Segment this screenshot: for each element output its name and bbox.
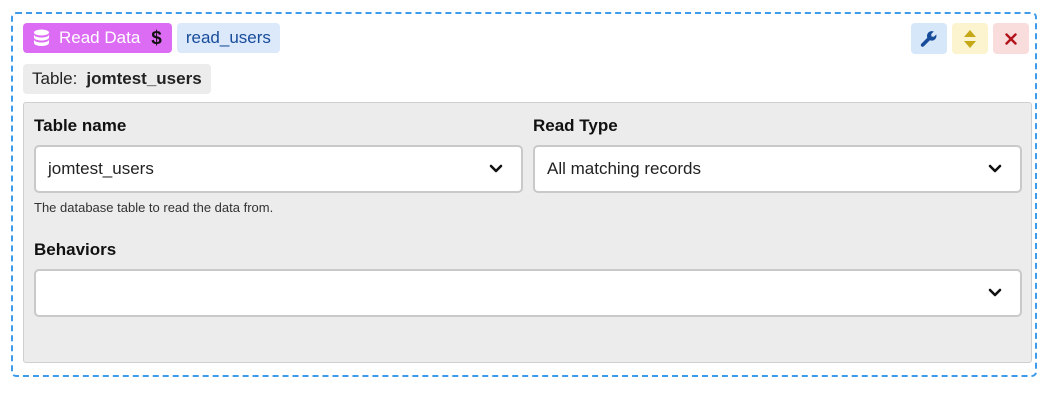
delete-button[interactable] xyxy=(993,23,1029,54)
read-type-value: All matching records xyxy=(547,159,702,178)
table-name-value: jomtest_users xyxy=(48,159,154,178)
up-down-arrows-icon xyxy=(963,29,977,49)
read-type-label: Read Type xyxy=(533,116,618,135)
edit-button[interactable] xyxy=(911,23,947,54)
close-icon xyxy=(1005,32,1017,45)
read-data-block: Read Data $ read_users Table: jomtest_us… xyxy=(11,12,1037,377)
chevron-down-icon xyxy=(489,164,503,174)
table-name-label: Table name xyxy=(34,116,127,135)
read-type-select[interactable]: All matching records xyxy=(533,145,1022,193)
block-name-badge[interactable]: read_users xyxy=(176,23,280,53)
chevron-down-icon xyxy=(988,288,1002,298)
move-button[interactable] xyxy=(952,23,988,54)
table-name-help: The database table to read the data from… xyxy=(34,200,274,215)
block-type-label: Read Data xyxy=(59,28,141,47)
block-header: Read Data $ read_users xyxy=(23,23,280,53)
wrench-icon xyxy=(920,30,938,48)
chevron-down-icon xyxy=(988,164,1002,174)
behaviors-label: Behaviors xyxy=(34,240,117,259)
block-actions xyxy=(911,23,1029,54)
summary-value: jomtest_users xyxy=(86,69,202,88)
settings-panel: Table name jomtest_users The database ta… xyxy=(23,102,1032,363)
behaviors-select[interactable] xyxy=(34,269,1022,317)
database-icon xyxy=(33,29,50,48)
table-name-select[interactable]: jomtest_users xyxy=(34,145,523,193)
summary-label: Table: xyxy=(32,69,78,88)
table-summary: Table: jomtest_users xyxy=(23,64,211,94)
block-type-badge[interactable]: Read Data $ xyxy=(23,23,172,53)
dollar-icon: $ xyxy=(151,27,162,49)
